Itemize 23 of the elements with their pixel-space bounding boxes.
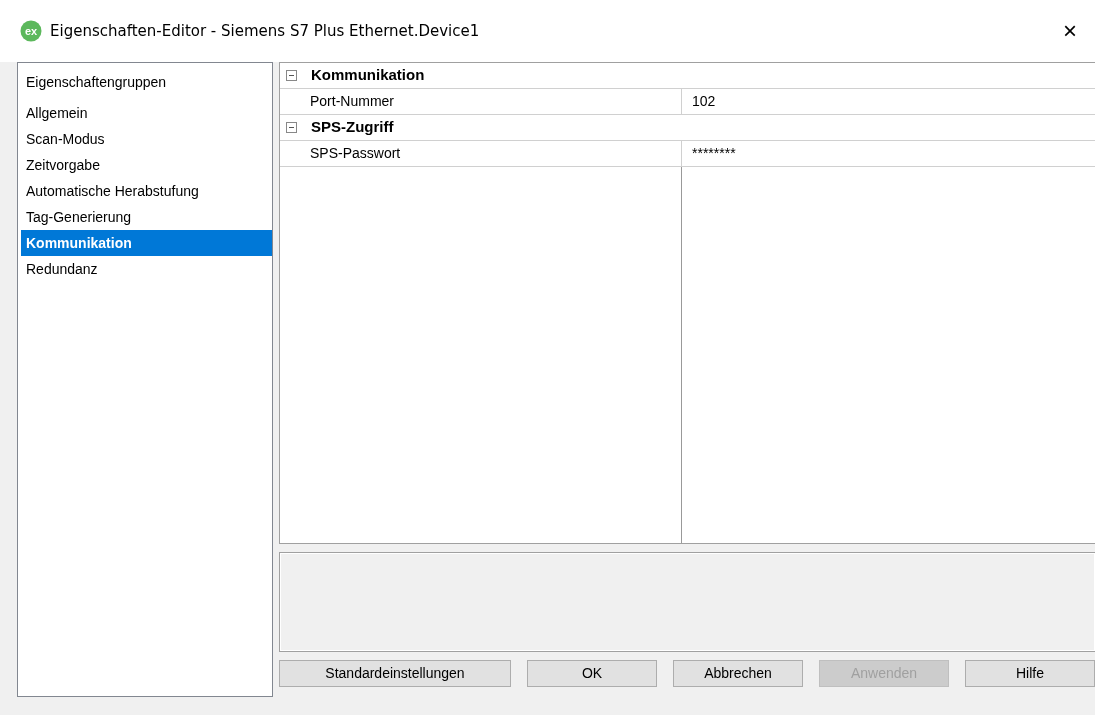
- group-item[interactable]: Zeitvorgabe: [21, 152, 272, 178]
- property-name: SPS-Passwort: [280, 141, 682, 166]
- window-title: Eigenschaften-Editor - Siemens S7 Plus Ethernet.Device1: [50, 20, 481, 42]
- dialog-button[interactable]: Abbrechen: [673, 660, 803, 687]
- property-value[interactable]: 102: [682, 89, 716, 114]
- group-item[interactable]: Redundanz: [21, 256, 272, 282]
- group-item[interactable]: Scan-Modus: [21, 126, 272, 152]
- group-item[interactable]: Automatische Herabstufung: [21, 178, 272, 204]
- property-value[interactable]: ********: [682, 141, 736, 166]
- dialog-button[interactable]: OK: [527, 660, 657, 687]
- property-name: Port-Nummer: [280, 89, 682, 114]
- app-logo-icon: ex: [20, 20, 42, 42]
- group-item[interactable]: Allgemein: [21, 100, 272, 126]
- group-item[interactable]: Kommunikation: [21, 230, 272, 256]
- collapse-icon[interactable]: [286, 122, 297, 133]
- list-header: Eigenschaftengruppen: [25, 73, 168, 92]
- dialog-button[interactable]: Standardeinstellungen: [279, 660, 511, 687]
- category-label: Kommunikation: [311, 65, 425, 86]
- dialog-button[interactable]: Hilfe: [965, 660, 1095, 687]
- collapse-icon[interactable]: [286, 70, 297, 81]
- close-button[interactable]: ×: [1057, 19, 1083, 43]
- category-label: SPS-Zugriff: [311, 117, 394, 138]
- group-item[interactable]: Tag-Generierung: [21, 204, 272, 230]
